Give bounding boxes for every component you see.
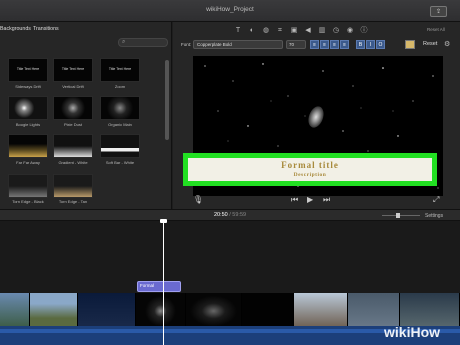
title-label: Far Far Away: [16, 160, 40, 165]
title-bar: wikiHow_Project ⇪: [0, 0, 460, 22]
noise-reduction-icon[interactable]: ▥: [317, 26, 327, 36]
outline-button[interactable]: O: [376, 40, 385, 49]
filter-icon[interactable]: ◉: [345, 26, 355, 36]
microphone-icon[interactable]: 🎙: [193, 195, 203, 204]
title-thumb-vertical-drift[interactable]: Title Text Here: [53, 58, 93, 82]
font-label: Font:: [181, 42, 192, 47]
title-thumb-torn-edge-tan[interactable]: [53, 174, 93, 198]
align-left-button[interactable]: ≡: [310, 40, 319, 49]
italic-button[interactable]: I: [366, 40, 375, 49]
share-button[interactable]: ⇪: [430, 6, 447, 17]
title-line-1[interactable]: Formal title: [188, 160, 432, 170]
timeline-header: 20:50 / 59:59 Settings: [0, 209, 460, 221]
browser-scrollbar[interactable]: [165, 60, 169, 140]
playhead[interactable]: [163, 221, 164, 345]
search-input[interactable]: ⌕: [118, 38, 168, 47]
title-label: Zoom: [114, 84, 126, 89]
align-right-button[interactable]: ≡: [330, 40, 339, 49]
title-clip[interactable]: Formal: [137, 281, 181, 292]
title-overlay-highlight[interactable]: Formal title Description: [183, 153, 437, 186]
text-color-swatch[interactable]: [405, 40, 415, 49]
clip-thumb[interactable]: [0, 293, 30, 329]
clip-thumb[interactable]: [186, 293, 242, 329]
fullscreen-icon[interactable]: ⤢: [433, 195, 439, 205]
align-center-button[interactable]: ≡: [320, 40, 329, 49]
gear-icon[interactable]: ⚙: [444, 40, 450, 48]
share-icon: ⇪: [436, 9, 442, 15]
title-label: Torn Edge - Tan: [58, 199, 88, 204]
title-label: Soft Bar - White: [105, 160, 135, 165]
color-balance-icon[interactable]: ◐: [247, 26, 257, 36]
window-title: wikiHow_Project: [206, 6, 254, 13]
clip-thumb[interactable]: [242, 293, 294, 329]
font-select[interactable]: Copperplate Bold: [193, 40, 283, 49]
title-label: Gradient - White: [58, 160, 88, 165]
skip-back-button[interactable]: ⏮: [291, 195, 298, 205]
timeline-settings-button[interactable]: Settings: [425, 213, 443, 219]
clip-thumb[interactable]: [30, 293, 78, 329]
titles-browser: Backgrounds Transitions ⌕ Title Text Her…: [0, 22, 172, 209]
zoom-slider-knob[interactable]: [396, 213, 400, 218]
title-thumb-organic-main[interactable]: [100, 96, 140, 120]
title-thumb-far-far-away[interactable]: [8, 134, 48, 158]
info-icon[interactable]: ⓘ: [359, 26, 369, 36]
play-button[interactable]: ▶: [307, 195, 313, 204]
skip-forward-button[interactable]: ⏭: [323, 195, 330, 205]
title-thumb-torn-edge-black[interactable]: [8, 174, 48, 198]
tab-backgrounds[interactable]: Backgrounds: [0, 26, 31, 32]
reset-all-button[interactable]: Reset All: [427, 27, 445, 32]
title-label: Organic Main: [108, 122, 132, 127]
clip-thumb[interactable]: [136, 293, 186, 329]
clip-thumb[interactable]: [294, 293, 348, 329]
title-label: Boogie Lights: [15, 122, 41, 127]
color-correction-icon[interactable]: ◍: [261, 26, 271, 36]
title-thumb-sideways-drift[interactable]: Title Text Here: [8, 58, 48, 82]
clip-thumb[interactable]: [78, 293, 136, 329]
title-thumb-zoom[interactable]: Title Text Here: [100, 58, 140, 82]
title-label: Torn Edge - Black: [12, 199, 44, 204]
title-thumb-boogie-lights[interactable]: [8, 96, 48, 120]
reset-button[interactable]: Reset: [423, 41, 437, 47]
align-justify-button[interactable]: ≡: [340, 40, 349, 49]
current-time: 20:50: [213, 212, 228, 218]
title-label: Sideways Drift: [15, 84, 41, 89]
zoom-slider-track[interactable]: [382, 215, 420, 216]
title-text-icon[interactable]: T: [233, 26, 243, 36]
bold-button[interactable]: B: [356, 40, 365, 49]
volume-icon[interactable]: ◀: [303, 26, 313, 36]
title-label: Pixie Dust: [63, 122, 82, 127]
total-time: 59:59: [232, 212, 247, 218]
font-size-select[interactable]: 70: [286, 40, 306, 49]
tab-transitions[interactable]: Transitions: [33, 26, 59, 32]
speed-icon[interactable]: ◷: [331, 26, 341, 36]
title-line-2[interactable]: Description: [188, 172, 432, 178]
title-thumb-gradient-white[interactable]: [53, 134, 93, 158]
search-icon: ⌕: [122, 39, 126, 45]
title-label: Vertical Drift: [62, 84, 84, 89]
title-thumb-pixie-dust[interactable]: [53, 96, 93, 120]
wikihow-watermark: wikiHow: [384, 324, 441, 340]
font-toolbar: Font: Copperplate Bold 70 ≡ ≡ ≡ ≡ B I O …: [173, 39, 460, 51]
playback-controls: 🎙 ⏮ ▶ ⏭ ⤢: [173, 193, 460, 207]
stabilization-icon[interactable]: ▣: [289, 26, 299, 36]
title-thumb-soft-bar-white[interactable]: [100, 134, 140, 158]
crop-icon[interactable]: ⌗: [275, 26, 285, 36]
